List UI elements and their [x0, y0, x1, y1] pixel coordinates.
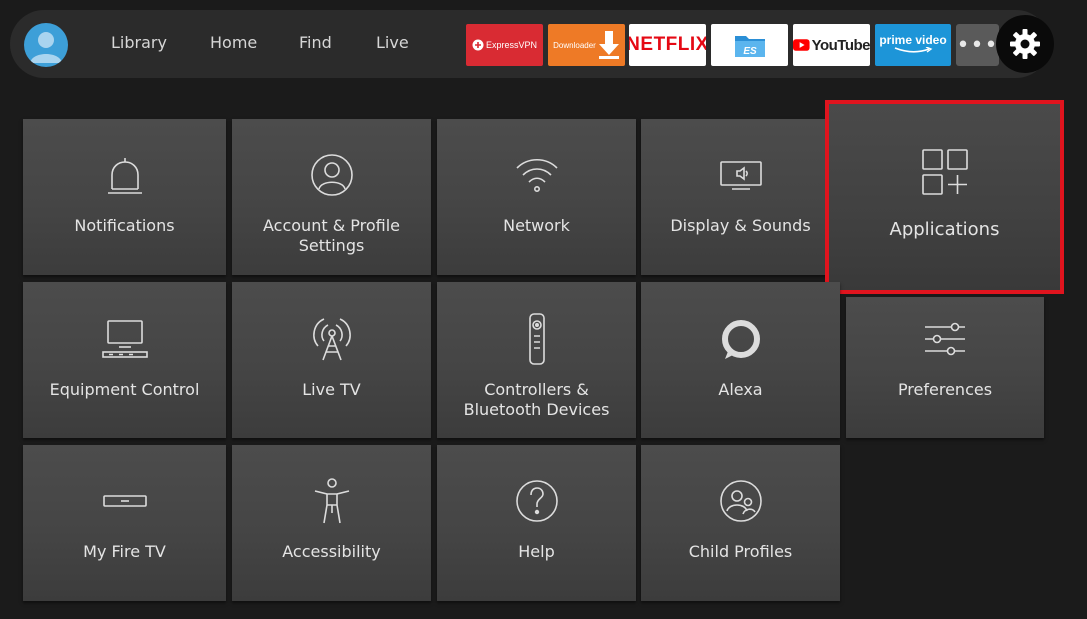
settings-tile-alexa[interactable]: Alexa [641, 282, 840, 438]
settings-tile-notifications[interactable]: Notifications [23, 119, 226, 275]
tile-label: Live TV [302, 380, 361, 399]
tile-label: Child Profiles [688, 542, 793, 561]
prime-video-label: prime video [879, 32, 947, 47]
expressvpn-logo-icon [472, 39, 484, 51]
tile-label: Account & Profile Settings [263, 216, 400, 255]
more-apps-button[interactable]: ••• [956, 24, 999, 66]
settings-tile-preferences[interactable]: Preferences [846, 297, 1044, 438]
user-circle-icon [310, 154, 353, 196]
folder-icon: ES [734, 36, 765, 57]
applications-grid-icon [921, 149, 968, 195]
user-icon [30, 32, 62, 63]
accessibility-icon [314, 478, 349, 524]
alexa-ring-icon [721, 320, 760, 359]
antenna-icon [312, 318, 351, 361]
settings-tile-child-profiles[interactable]: Child Profiles [641, 445, 840, 601]
settings-tile-equipment-control[interactable]: Equipment Control [23, 282, 226, 438]
settings-tile-controllers-bluetooth[interactable]: Controllers & Bluetooth Devices [437, 282, 636, 438]
nav-live[interactable]: Live [376, 33, 409, 52]
wifi-icon [515, 158, 558, 192]
youtube-play-icon [793, 39, 810, 51]
tile-label: Notifications [74, 216, 175, 235]
downloader-app-tile[interactable]: Downloader [548, 24, 625, 66]
download-arrow-icon [598, 31, 619, 59]
fire-tv-device-icon [102, 495, 147, 507]
gear-icon [1010, 29, 1040, 59]
es-file-explorer-app-tile[interactable]: ES [711, 24, 788, 66]
settings-tile-display-sounds[interactable]: Display & Sounds [641, 119, 840, 275]
nav-find[interactable]: Find [299, 33, 332, 52]
tile-label: Accessibility [282, 542, 381, 561]
netflix-label: NETFLIX [629, 34, 706, 55]
tile-label: Display & Sounds [670, 216, 811, 235]
settings-tile-live-tv[interactable]: Live TV [232, 282, 431, 438]
remote-icon [528, 313, 545, 365]
tile-label: My Fire TV [83, 542, 166, 561]
tv-equipment-icon [101, 320, 148, 358]
youtube-label: YouTube [811, 36, 870, 54]
child-profiles-icon [719, 480, 762, 522]
tile-label: Help [518, 542, 555, 561]
settings-tile-network[interactable]: Network [437, 119, 636, 275]
settings-tile-accessibility[interactable]: Accessibility [232, 445, 431, 601]
youtube-app-tile[interactable]: YouTube [793, 24, 870, 66]
profile-avatar[interactable] [24, 23, 68, 67]
tile-label: Alexa [718, 380, 763, 399]
nav-home[interactable]: Home [210, 33, 257, 52]
display-sound-icon [719, 161, 762, 190]
settings-tile-my-fire-tv[interactable]: My Fire TV [23, 445, 226, 601]
expressvpn-app-tile[interactable]: ExpressVPN [466, 24, 543, 66]
prime-video-app-tile[interactable]: prime video [875, 24, 951, 66]
netflix-app-tile[interactable]: NETFLIX [629, 24, 706, 66]
tile-label: Equipment Control [49, 380, 200, 399]
settings-tile-help[interactable]: Help [437, 445, 636, 601]
tile-label: Applications [889, 219, 1000, 240]
nav-library[interactable]: Library [111, 33, 167, 52]
tile-label: Preferences [897, 380, 993, 399]
help-icon [515, 480, 558, 522]
tile-label: Network [503, 216, 570, 235]
expressvpn-label: ExpressVPN [485, 40, 538, 50]
settings-button[interactable] [996, 15, 1054, 73]
sliders-icon [925, 322, 965, 356]
bell-icon [107, 158, 142, 194]
tile-label: Controllers & Bluetooth Devices [463, 380, 610, 419]
downloader-label: Downloader [553, 40, 596, 50]
prime-smile-icon [894, 46, 933, 53]
settings-tile-applications[interactable]: Applications [825, 100, 1064, 294]
svg-text:ES: ES [743, 46, 757, 57]
settings-tile-account-profile[interactable]: Account & Profile Settings [232, 119, 431, 275]
